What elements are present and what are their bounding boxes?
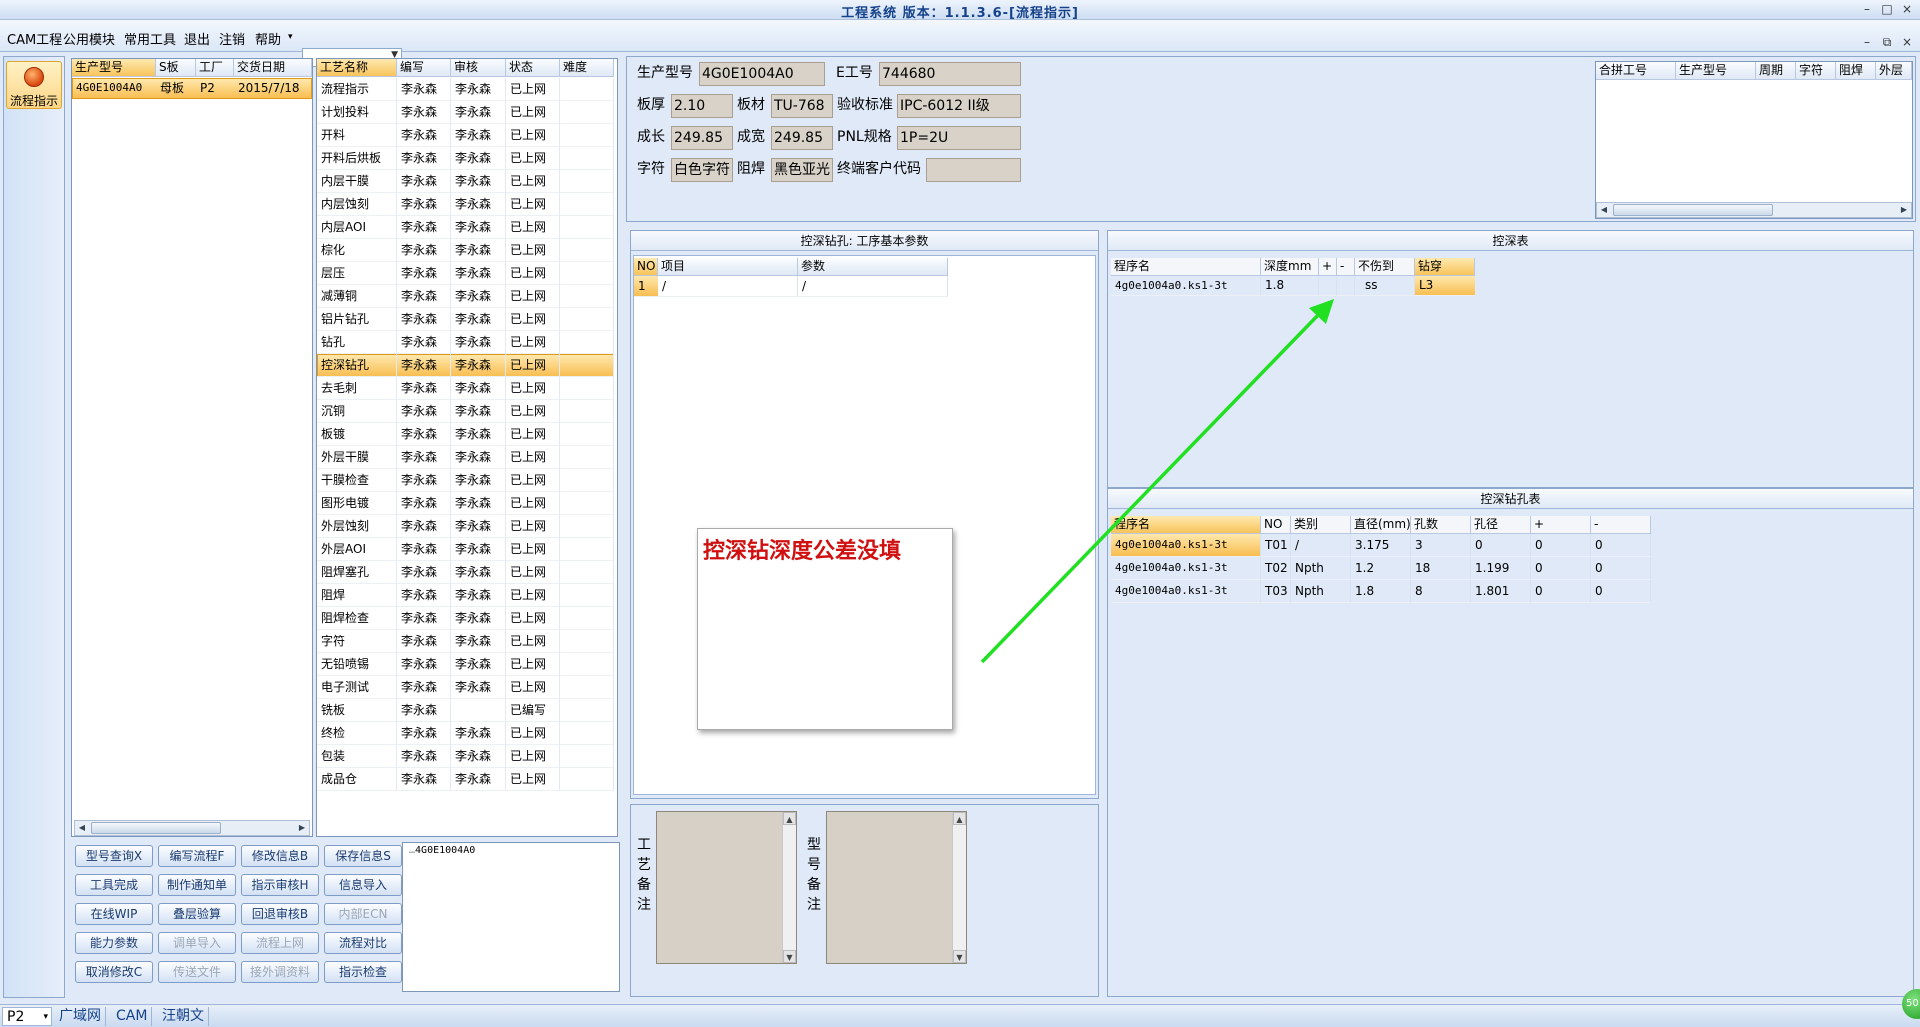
status-module: CAM <box>112 1007 153 1026</box>
annotation-arrow-line <box>980 309 1324 664</box>
status-bar: P2 ▾ 广域网 CAM 汪朝文 50 <box>0 989 1920 1027</box>
annotation-callout: 控深钻深度公差没填 <box>697 528 953 730</box>
chevron-down-icon: ▾ <box>43 1012 48 1022</box>
annotation-overlay <box>980 299 1334 664</box>
status-network: 广域网 <box>55 1007 106 1026</box>
status-combo[interactable]: P2 ▾ <box>2 1007 52 1026</box>
callout-text: 控深钻深度公差没填 <box>703 538 902 564</box>
network-badge: 50 <box>1902 989 1920 1019</box>
status-user: 汪朝文 <box>158 1007 209 1026</box>
